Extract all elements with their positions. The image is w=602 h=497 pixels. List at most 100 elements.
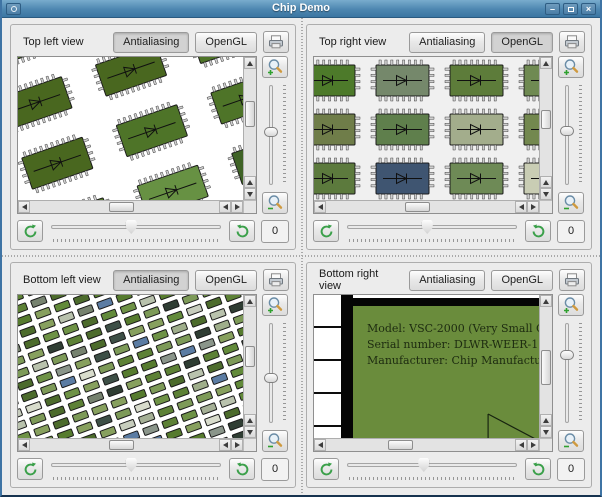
vscroll-thumb[interactable] <box>245 345 255 367</box>
zoom-slider-handle[interactable] <box>560 350 574 361</box>
scroll-up-arrow[interactable] <box>244 295 256 307</box>
vertical-scrollbar[interactable] <box>243 295 256 438</box>
scroll-down-arrow[interactable] <box>540 188 552 200</box>
antialiasing-button[interactable]: Antialiasing <box>113 31 190 53</box>
splitter-handle-vertical[interactable] <box>301 18 303 495</box>
vertical-scrollbar[interactable] <box>539 295 552 438</box>
vscroll-thumb[interactable] <box>541 349 551 386</box>
scroll-left-arrow[interactable] <box>18 439 30 451</box>
zoom-out-button[interactable] <box>262 192 288 214</box>
scroll-up-arrow[interactable] <box>540 57 552 69</box>
zoom-out-button[interactable] <box>558 430 584 452</box>
zoom-slider-handle[interactable] <box>264 126 278 137</box>
minimize-button[interactable]: – <box>545 2 560 15</box>
scroll-left-arrow-2[interactable] <box>219 201 231 213</box>
print-button[interactable] <box>263 269 289 291</box>
zoom-in-button[interactable] <box>262 294 288 316</box>
title-bar[interactable]: Chip Demo – × <box>2 0 600 18</box>
scroll-left-arrow-2[interactable] <box>515 201 527 213</box>
zoom-slider-handle[interactable] <box>560 125 574 136</box>
print-button[interactable] <box>559 31 585 53</box>
rotate-right-icon <box>236 224 248 237</box>
scroll-right-arrow[interactable] <box>231 201 243 213</box>
scroll-right-arrow[interactable] <box>527 439 539 451</box>
rotate-right-button[interactable] <box>229 458 255 480</box>
pane-title: Top left view <box>23 36 84 48</box>
scroll-right-arrow[interactable] <box>231 439 243 451</box>
zoom-slider[interactable] <box>557 321 585 425</box>
zoom-out-button[interactable] <box>262 430 288 452</box>
horizontal-scrollbar[interactable] <box>314 200 539 213</box>
rotate-slider[interactable] <box>49 219 223 243</box>
maximize-button[interactable] <box>563 2 578 15</box>
scroll-up-arrow-2[interactable] <box>244 414 256 426</box>
antialiasing-button[interactable]: Antialiasing <box>409 31 486 53</box>
scroll-left-arrow-2[interactable] <box>219 439 231 451</box>
scroll-up-arrow-2[interactable] <box>540 176 552 188</box>
scroll-left-arrow[interactable] <box>18 201 30 213</box>
rotate-left-button[interactable] <box>313 220 339 242</box>
horizontal-scrollbar[interactable] <box>314 438 539 451</box>
hscroll-thumb[interactable] <box>405 202 430 212</box>
print-button[interactable] <box>559 269 585 291</box>
rotate-slider[interactable] <box>345 219 519 243</box>
rotate-slider[interactable] <box>49 457 223 481</box>
zoom-out-button[interactable] <box>558 192 584 214</box>
horizontal-scrollbar[interactable] <box>18 438 243 451</box>
zoom-in-button[interactable] <box>558 294 584 316</box>
hscroll-thumb[interactable] <box>388 440 413 450</box>
zoom-slider[interactable] <box>557 83 585 187</box>
rotate-slider-handle[interactable] <box>125 458 137 472</box>
opengl-button[interactable]: OpenGL <box>491 31 553 53</box>
rotate-left-button[interactable] <box>17 458 43 480</box>
hscroll-thumb[interactable] <box>109 202 134 212</box>
close-button[interactable]: × <box>581 2 596 15</box>
vscroll-thumb[interactable] <box>541 109 551 129</box>
rotate-right-button[interactable] <box>525 458 551 480</box>
vertical-scrollbar[interactable] <box>243 57 256 200</box>
scroll-left-arrow[interactable] <box>314 201 326 213</box>
scroll-down-arrow[interactable] <box>244 426 256 438</box>
rotate-slider-handle[interactable] <box>421 220 433 234</box>
opengl-button[interactable]: OpenGL <box>491 269 554 291</box>
zoom-slider[interactable] <box>261 83 289 187</box>
hscroll-thumb[interactable] <box>109 440 134 450</box>
scroll-left-arrow[interactable] <box>314 439 326 451</box>
rotate-left-button[interactable] <box>17 220 43 242</box>
rotate-left-button[interactable] <box>313 458 339 480</box>
rotate-right-button[interactable] <box>229 220 255 242</box>
zoom-slider-handle[interactable] <box>264 373 278 384</box>
print-button[interactable] <box>263 31 289 53</box>
graphics-view[interactable] <box>17 56 257 214</box>
rotate-slider[interactable] <box>345 457 519 481</box>
rotate-slider-handle[interactable] <box>418 458 430 472</box>
horizontal-scrollbar[interactable] <box>18 200 243 213</box>
scroll-left-arrow-2[interactable] <box>515 439 527 451</box>
window-menu-button[interactable] <box>6 2 21 15</box>
opengl-button[interactable]: OpenGL <box>195 31 257 53</box>
up-arrow-icon <box>247 60 253 66</box>
zoom-in-button[interactable] <box>262 56 288 78</box>
window-menu-icon <box>10 5 17 12</box>
scroll-down-arrow[interactable] <box>244 188 256 200</box>
vscroll-thumb[interactable] <box>245 101 255 127</box>
scroll-up-arrow-2[interactable] <box>244 176 256 188</box>
antialiasing-button[interactable]: Antialiasing <box>409 269 486 291</box>
up-arrow-icon <box>247 298 253 304</box>
scroll-up-arrow[interactable] <box>540 295 552 307</box>
antialiasing-button[interactable]: Antialiasing <box>113 269 190 291</box>
rotate-slider-handle[interactable] <box>125 220 137 234</box>
scroll-down-arrow[interactable] <box>540 426 552 438</box>
zoom-in-button[interactable] <box>558 56 584 78</box>
opengl-button[interactable]: OpenGL <box>195 269 257 291</box>
scroll-up-arrow[interactable] <box>244 57 256 69</box>
slider-ticks <box>579 85 582 185</box>
scroll-right-arrow[interactable] <box>527 201 539 213</box>
graphics-view[interactable] <box>17 294 257 452</box>
rotate-right-button[interactable] <box>525 220 551 242</box>
vertical-scrollbar[interactable] <box>539 57 552 200</box>
zoom-slider[interactable] <box>261 321 289 425</box>
graphics-view[interactable] <box>313 56 553 214</box>
scroll-up-arrow-2[interactable] <box>540 414 552 426</box>
graphics-view[interactable]: Model: VSC-2000 (Very Small Chip) at 9 S… <box>313 294 553 452</box>
